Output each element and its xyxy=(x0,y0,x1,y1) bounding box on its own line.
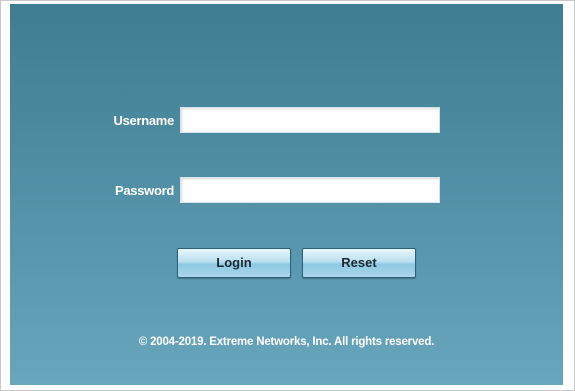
password-row: Password xyxy=(102,177,440,203)
username-row: Username xyxy=(102,107,440,133)
reset-button[interactable]: Reset xyxy=(302,248,416,278)
login-panel: Username Password Login Reset © 2004-201… xyxy=(10,4,563,385)
username-input[interactable] xyxy=(180,107,440,133)
copyright-text: © 2004-2019. Extreme Networks, Inc. All … xyxy=(138,336,435,348)
username-label: Username xyxy=(113,112,175,128)
password-input[interactable] xyxy=(180,177,440,203)
password-label: Password xyxy=(114,182,174,198)
login-button[interactable]: Login xyxy=(177,248,291,278)
window-frame: Username Password Login Reset © 2004-201… xyxy=(0,0,575,391)
